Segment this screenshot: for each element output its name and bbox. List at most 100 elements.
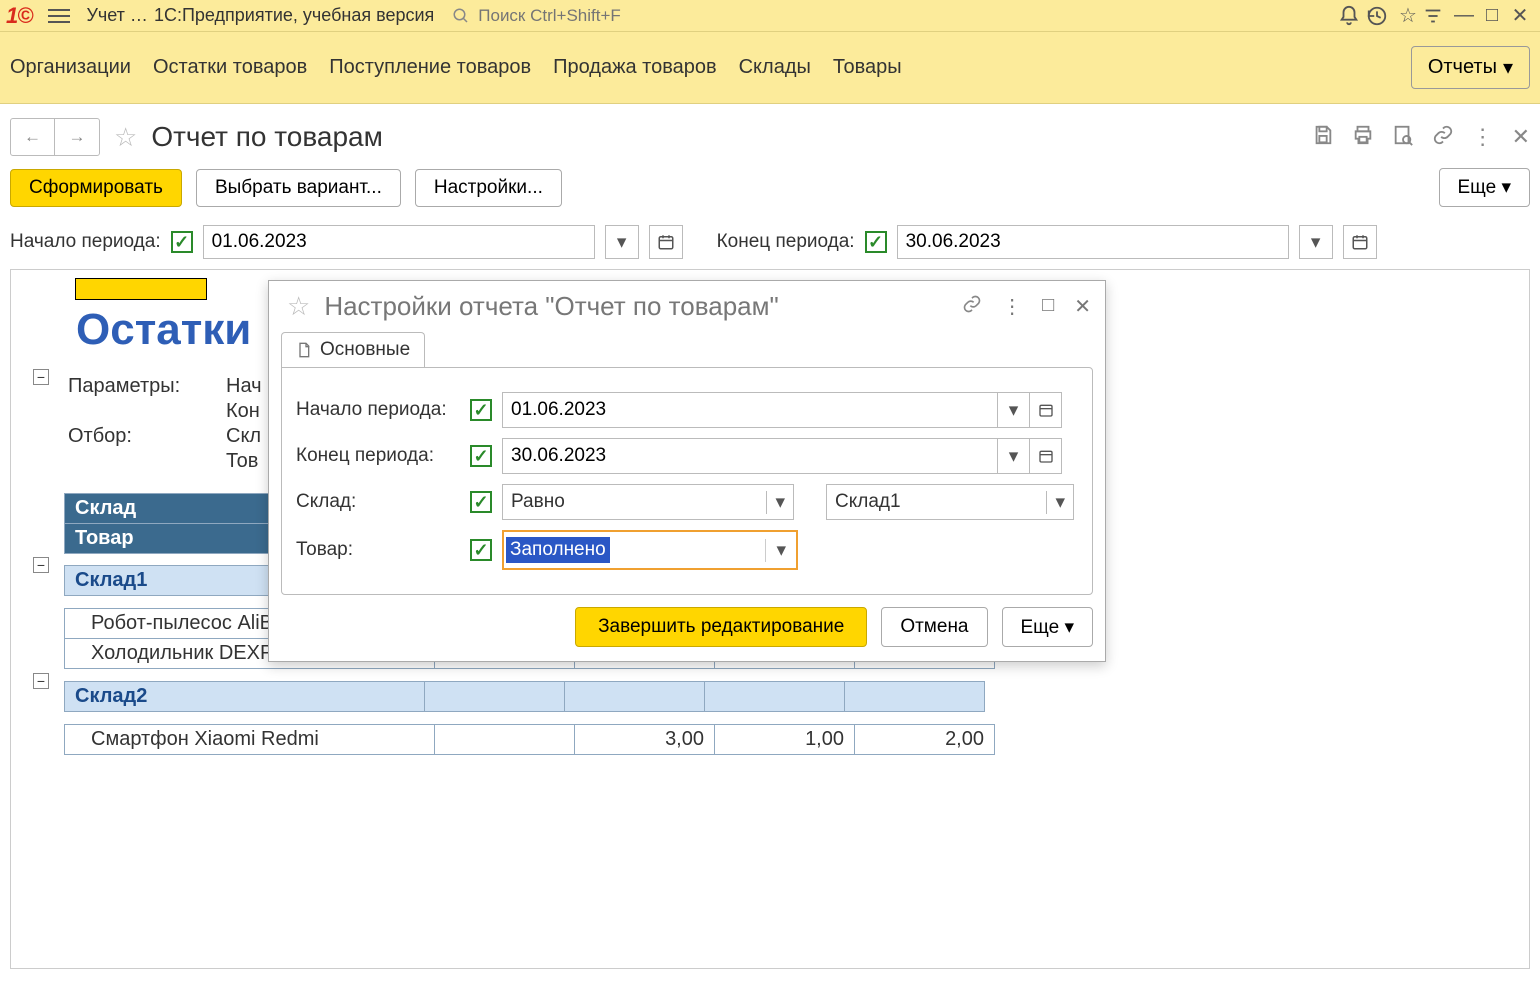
tree-collapse-icon[interactable]: − <box>33 557 49 573</box>
table-group-row: Склад2 <box>65 682 985 712</box>
save-icon[interactable] <box>1312 124 1334 150</box>
dlg-end-dropdown[interactable]: ▾ <box>998 438 1030 474</box>
dlg-warehouse-op-select[interactable]: Равно ▾ <box>502 484 794 520</box>
start-date-input[interactable] <box>203 225 595 259</box>
menu-icon[interactable] <box>48 5 70 27</box>
dlg-product-label: Товар: <box>296 539 460 561</box>
dialog-star-icon[interactable]: ☆ <box>287 291 310 322</box>
dlg-end-calendar-icon[interactable] <box>1030 438 1062 474</box>
nav-products[interactable]: Товары <box>833 56 902 79</box>
app-name-long: 1С:Предприятие, учебная версия <box>154 5 434 26</box>
dlg-warehouse-value-select[interactable]: Склад1 ▾ <box>826 484 1074 520</box>
page-title: Отчет по товарам <box>151 121 383 153</box>
reports-label: Отчеты <box>1428 56 1497 79</box>
link-icon[interactable] <box>1432 124 1454 150</box>
dlg-warehouse-label: Склад: <box>296 491 460 513</box>
nav-sale[interactable]: Продажа товаров <box>553 56 717 79</box>
start-date-calendar-icon[interactable] <box>649 225 683 259</box>
table-row: Смартфон Xiaomi Redmi3,001,002,00 <box>65 725 995 755</box>
dlg-product-checkbox[interactable]: ✓ <box>470 539 492 561</box>
end-date-input[interactable] <box>897 225 1289 259</box>
params-label: Параметры: <box>68 375 226 398</box>
nav-receipt[interactable]: Поступление товаров <box>329 56 531 79</box>
dlg-product-op-select[interactable]: Заполнено ▾ <box>502 530 798 570</box>
dlg-end-label: Конец периода: <box>296 445 460 467</box>
dlg-start-label: Начало периода: <box>296 399 460 421</box>
form-button[interactable]: Сформировать <box>10 169 182 207</box>
settings-button[interactable]: Настройки... <box>415 169 562 207</box>
dialog-maximize-icon[interactable]: □ <box>1042 294 1054 319</box>
nav-stock[interactable]: Остатки товаров <box>153 56 307 79</box>
global-search[interactable] <box>452 5 696 27</box>
dlg-start-calendar-icon[interactable] <box>1030 392 1062 428</box>
finish-editing-button[interactable]: Завершить редактирование <box>575 607 867 647</box>
dlg-start-input[interactable] <box>502 392 998 428</box>
maximize-icon[interactable]: □ <box>1478 4 1506 27</box>
dialog-more-label: Еще <box>1021 617 1060 638</box>
report-settings-dialog: ☆ Настройки отчета "Отчет по товарам" ⋮ … <box>268 280 1106 662</box>
tab-main[interactable]: Основные <box>281 332 425 367</box>
chevron-down-icon: ▾ <box>1046 491 1065 514</box>
dialog-close-icon[interactable]: ✕ <box>1074 294 1091 319</box>
dlg-start-checkbox[interactable]: ✓ <box>470 399 492 421</box>
favorite-star[interactable]: ☆ <box>114 122 137 153</box>
star-icon[interactable]: ☆ <box>1394 3 1422 28</box>
dlg-start-dropdown[interactable]: ▾ <box>998 392 1030 428</box>
nav-arrows: ← → <box>10 118 100 156</box>
dlg-warehouse-checkbox[interactable]: ✓ <box>470 491 492 513</box>
cancel-button[interactable]: Отмена <box>881 607 987 647</box>
dlg-warehouse-op-value: Равно <box>511 491 565 513</box>
close-tab-icon[interactable]: ✕ <box>1512 124 1530 150</box>
start-date-label: Начало периода: <box>10 231 161 253</box>
document-icon <box>296 341 312 359</box>
more-label: Еще <box>1458 177 1497 198</box>
report-selection-marker <box>75 278 207 300</box>
logo-1c: 1© <box>6 3 32 29</box>
end-date-dropdown[interactable]: ▾ <box>1299 225 1333 259</box>
search-icon <box>452 7 470 25</box>
nav-warehouses[interactable]: Склады <box>739 56 811 79</box>
chevron-down-icon: ▾ <box>1503 55 1513 80</box>
start-date-dropdown[interactable]: ▾ <box>605 225 639 259</box>
history-icon[interactable] <box>1366 5 1394 27</box>
back-button[interactable]: ← <box>11 119 55 155</box>
choose-variant-button[interactable]: Выбрать вариант... <box>196 169 401 207</box>
tree-collapse-icon[interactable]: − <box>33 369 49 385</box>
dialog-more-icon[interactable]: ⋮ <box>1002 294 1022 319</box>
chevron-down-icon: ▾ <box>765 539 796 562</box>
dlg-end-input[interactable] <box>502 438 998 474</box>
dlg-end-checkbox[interactable]: ✓ <box>470 445 492 467</box>
bell-icon[interactable] <box>1338 5 1366 27</box>
filter-icon[interactable] <box>1422 5 1450 27</box>
chevron-down-icon: ▾ <box>1501 177 1511 198</box>
chevron-down-icon: ▾ <box>1064 617 1074 638</box>
nav-organizations[interactable]: Организации <box>10 56 131 79</box>
minimize-icon[interactable]: — <box>1450 4 1478 27</box>
start-date-checkbox[interactable]: ✓ <box>171 231 193 253</box>
chevron-down-icon: ▾ <box>766 491 785 514</box>
reports-dropdown[interactable]: Отчеты ▾ <box>1411 46 1530 89</box>
more-icon[interactable]: ⋮ <box>1472 124 1494 150</box>
tree-collapse-icon[interactable]: − <box>33 673 49 689</box>
navbar: Организации Остатки товаров Поступление … <box>0 32 1540 104</box>
titlebar: 1© Учет … 1С:Предприятие, учебная версия… <box>0 0 1540 32</box>
dlg-warehouse-value: Склад1 <box>835 491 901 513</box>
tab-main-label: Основные <box>320 339 410 361</box>
filter-label: Отбор: <box>68 425 226 448</box>
app-name-short: Учет … <box>86 5 147 26</box>
dialog-more-button[interactable]: Еще ▾ <box>1002 607 1094 647</box>
end-date-checkbox[interactable]: ✓ <box>865 231 887 253</box>
dialog-link-icon[interactable] <box>962 294 982 319</box>
page-header: ← → ☆ Отчет по товарам ⋮ ✕ <box>0 104 1540 162</box>
end-date-calendar-icon[interactable] <box>1343 225 1377 259</box>
search-input[interactable] <box>476 5 696 27</box>
more-button[interactable]: Еще ▾ <box>1439 168 1531 207</box>
date-filter-row: Начало периода: ✓ ▾ Конец периода: ✓ ▾ <box>0 221 1540 269</box>
preview-icon[interactable] <box>1392 124 1414 150</box>
end-date-label: Конец периода: <box>717 231 855 253</box>
report-toolbar: Сформировать Выбрать вариант... Настройк… <box>0 162 1540 221</box>
dialog-title: Настройки отчета "Отчет по товарам" <box>324 291 778 322</box>
close-icon[interactable]: ✕ <box>1506 3 1534 28</box>
forward-button[interactable]: → <box>55 119 99 155</box>
print-icon[interactable] <box>1352 124 1374 150</box>
